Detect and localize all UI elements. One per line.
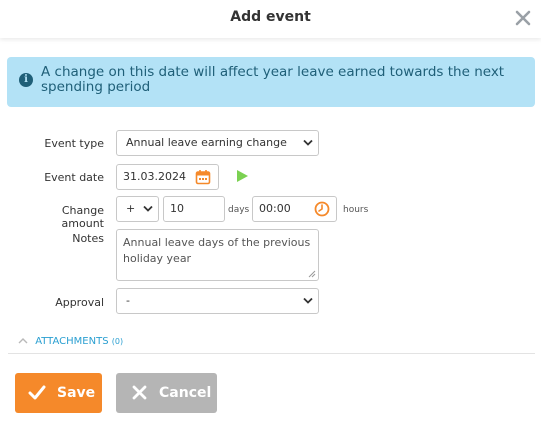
attachments-toggle[interactable]: ATTACHMENTS (0) [18,336,123,347]
dialog-header: Add event [0,0,541,38]
save-label: Save [57,385,96,401]
event-date-value: 31.03.2024 [123,170,186,183]
close-icon [132,385,147,400]
event-date-input[interactable]: 31.03.2024 [116,164,219,190]
info-icon: i [19,73,33,87]
days-value: 10 [170,202,184,215]
time-input[interactable]: 00:00 [252,196,337,222]
hours-unit-label: hours [343,205,369,215]
time-value: 00:00 [259,202,291,215]
attachments-count: (0) [111,337,124,346]
sign-select[interactable]: + [116,196,159,222]
chevron-down-icon [303,139,313,146]
event-type-select[interactable]: Annual leave earning change [116,130,319,156]
days-unit-label: days [228,205,250,215]
approval-select[interactable]: - [116,288,319,314]
calendar-icon[interactable] [195,169,211,185]
save-button[interactable]: Save [15,373,102,413]
info-banner: i A change on this date will affect year… [7,57,535,107]
chevron-down-icon [303,297,313,304]
notes-value: Annual leave days of the previous holida… [123,236,311,265]
play-icon[interactable] [236,169,249,183]
dialog-title: Add event [230,9,311,25]
resize-handle-icon[interactable] [308,270,316,278]
attachments-label: ATTACHMENTS [35,336,109,347]
notes-label: Notes [72,232,104,245]
approval-label: Approval [55,296,104,309]
change-amount-label: Change amount [61,204,104,230]
clock-icon[interactable] [314,201,330,217]
event-type-label: Event type [44,137,104,150]
chevron-down-icon [143,205,153,212]
chevron-up-icon [18,338,28,344]
event-date-label: Event date [44,171,104,184]
approval-value: - [126,294,130,307]
cancel-label: Cancel [159,385,212,401]
check-icon [28,385,46,400]
days-input[interactable]: 10 [163,196,225,222]
sign-value: + [126,202,136,215]
cancel-button[interactable]: Cancel [116,373,217,413]
banner-text: A change on this date will affect year l… [41,64,505,95]
notes-textarea[interactable]: Annual leave days of the previous holida… [116,229,319,281]
divider [8,353,535,354]
event-type-value: Annual leave earning change [126,136,287,149]
close-icon[interactable] [512,8,534,28]
